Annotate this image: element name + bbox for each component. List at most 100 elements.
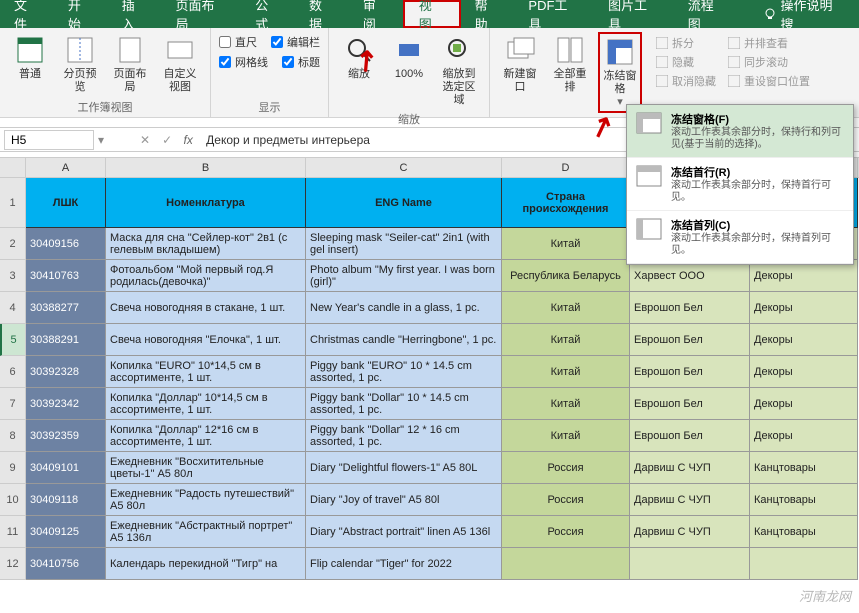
cell[interactable] [750,548,858,580]
row-header[interactable]: 12 [0,548,26,580]
enter-icon[interactable]: ✓ [156,133,178,147]
cell[interactable]: Diary "Delightful flowers-1" A5 80L [306,452,502,484]
chk-ruler[interactable]: 直尺 [219,34,257,50]
cell[interactable]: 30409101 [26,452,106,484]
dd-freeze-top-row[interactable]: 冻结首行(R)滚动工作表其余部分时，保持首行可见。 [627,158,853,211]
tab-view[interactable]: 视图 [403,0,461,28]
btn-freeze-panes[interactable]: 冻结窗格▾ [598,32,642,113]
row-header[interactable]: 10 [0,484,26,516]
tab-data[interactable]: 数据 [295,0,349,28]
cell[interactable]: Дарвиш С ЧУП [630,516,750,548]
btn-reset-window[interactable]: 重设窗口位置 [728,73,810,89]
cell[interactable]: Diary "Joy of travel" A5 80l [306,484,502,516]
chk-formula-bar[interactable]: 编辑栏 [271,34,320,50]
cell[interactable]: Россия [502,484,630,516]
cell[interactable]: 30409125 [26,516,106,548]
cell[interactable]: Дарвиш С ЧУП [630,452,750,484]
col-header-D[interactable]: D [502,158,630,177]
cell[interactable]: Sleeping mask "Seiler-cat" 2in1 (with ge… [306,228,502,260]
cell[interactable]: 30409156 [26,228,106,260]
cell[interactable]: Китай [502,388,630,420]
select-all-corner[interactable] [0,158,26,177]
tab-help[interactable]: 帮助 [461,0,515,28]
cell[interactable]: Diary "Abstract portrait" linen A5 136l [306,516,502,548]
tab-flowchart[interactable]: 流程图 [674,0,741,28]
tab-image[interactable]: 图片工具 [594,0,674,28]
cell[interactable]: 30388277 [26,292,106,324]
cell[interactable]: Календарь перекидной "Тигр" на [106,548,306,580]
btn-arrange-all[interactable]: 全部重排 [548,32,592,96]
col-header-A[interactable]: A [26,158,106,177]
cancel-icon[interactable]: ✕ [134,133,156,147]
col-header-B[interactable]: B [106,158,306,177]
btn-new-window[interactable]: 新建窗口 [498,32,542,96]
row-header[interactable]: 2 [0,228,26,260]
cell[interactable]: Китай [502,324,630,356]
cell[interactable]: Канцтовары [750,516,858,548]
cell[interactable]: New Year's candle in a glass, 1 pc. [306,292,502,324]
cell[interactable] [502,548,630,580]
cell[interactable]: Ежедневник "Абстрактный портрет" А5 136л [106,516,306,548]
cell[interactable]: Декоры [750,388,858,420]
cell[interactable] [630,548,750,580]
cell[interactable]: Россия [502,516,630,548]
btn-custom-view[interactable]: 自定义视图 [158,32,202,96]
cell[interactable]: Flip calendar "Tiger" for 2022 [306,548,502,580]
btn-unhide[interactable]: 取消隐藏 [656,73,716,89]
col-header-C[interactable]: C [306,158,502,177]
cell[interactable]: Копилка "Доллар" 12*16 см в ассортименте… [106,420,306,452]
fx-button[interactable]: fx [178,133,198,147]
cell[interactable]: Piggy bank "EURO" 10 * 14.5 cm assorted,… [306,356,502,388]
tab-pagelayout[interactable]: 页面布局 [162,0,242,28]
cell[interactable]: Канцтовары [750,452,858,484]
cell[interactable]: 30392342 [26,388,106,420]
btn-page-layout[interactable]: 页面布局 [108,32,152,96]
header-cell[interactable]: Номенклатура [106,178,306,228]
cell[interactable]: Декоры [750,324,858,356]
name-box[interactable] [4,130,94,150]
cell[interactable]: Еврошоп Бел [630,420,750,452]
cell[interactable]: Piggy bank "Dollar" 12 * 16 cm assorted,… [306,420,502,452]
cell[interactable]: Еврошоп Бел [630,388,750,420]
btn-hide[interactable]: 隐藏 [656,54,716,70]
cell[interactable]: 30410763 [26,260,106,292]
cell[interactable]: Копилка "Доллар" 10*14,5 см в ассортимен… [106,388,306,420]
btn-sync-scroll[interactable]: 同步滚动 [728,54,810,70]
dd-freeze-panes[interactable]: 冻结窗格(F)滚动工作表其余部分时，保持行和列可见(基于当前的选择)。 [627,105,853,158]
btn-normal[interactable]: 普通 [8,32,52,83]
header-cell[interactable]: ЛШК [26,178,106,228]
row-header[interactable]: 5 [0,324,26,356]
cell[interactable]: Ежедневник "Радость путешествий" А5 80л [106,484,306,516]
cell[interactable]: Маска для сна "Сейлер-кот" 2в1 (с гелевы… [106,228,306,260]
cell[interactable]: Канцтовары [750,484,858,516]
cell[interactable]: 30392328 [26,356,106,388]
header-cell[interactable]: ENG Name [306,178,502,228]
btn-page-break[interactable]: 分页预览 [58,32,102,96]
cell[interactable]: 30410756 [26,548,106,580]
cell[interactable]: Копилка "EURO" 10*14,5 см в ассортименте… [106,356,306,388]
dropdown-icon[interactable]: ▾ [98,133,104,147]
chk-headings[interactable]: 标题 [282,54,320,70]
tab-file[interactable]: 文件 [0,0,54,28]
cell[interactable]: Китай [502,292,630,324]
cell[interactable]: Республика Беларусь [502,260,630,292]
dd-freeze-first-col[interactable]: 冻结首列(C)滚动工作表其余部分时，保持首列可见。 [627,211,853,264]
btn-100[interactable]: 100% [387,32,431,83]
cell[interactable]: Свеча новогодняя в стакане, 1 шт. [106,292,306,324]
cell[interactable]: Дарвиш С ЧУП [630,484,750,516]
cell[interactable]: Piggy bank "Dollar" 10 * 14.5 cm assorte… [306,388,502,420]
cell[interactable]: Россия [502,452,630,484]
tab-review[interactable]: 审阅 [349,0,403,28]
cell[interactable]: Декоры [750,292,858,324]
row-header[interactable]: 6 [0,356,26,388]
cell[interactable]: 30392359 [26,420,106,452]
row-header[interactable]: 7 [0,388,26,420]
header-cell[interactable]: Страна происхождения [502,178,630,228]
cell[interactable]: 30388291 [26,324,106,356]
cell[interactable]: Декоры [750,356,858,388]
tab-home[interactable]: 开始 [54,0,108,28]
row-header[interactable]: 9 [0,452,26,484]
cell[interactable]: Китай [502,420,630,452]
tab-insert[interactable]: 插入 [108,0,162,28]
row-header[interactable]: 11 [0,516,26,548]
